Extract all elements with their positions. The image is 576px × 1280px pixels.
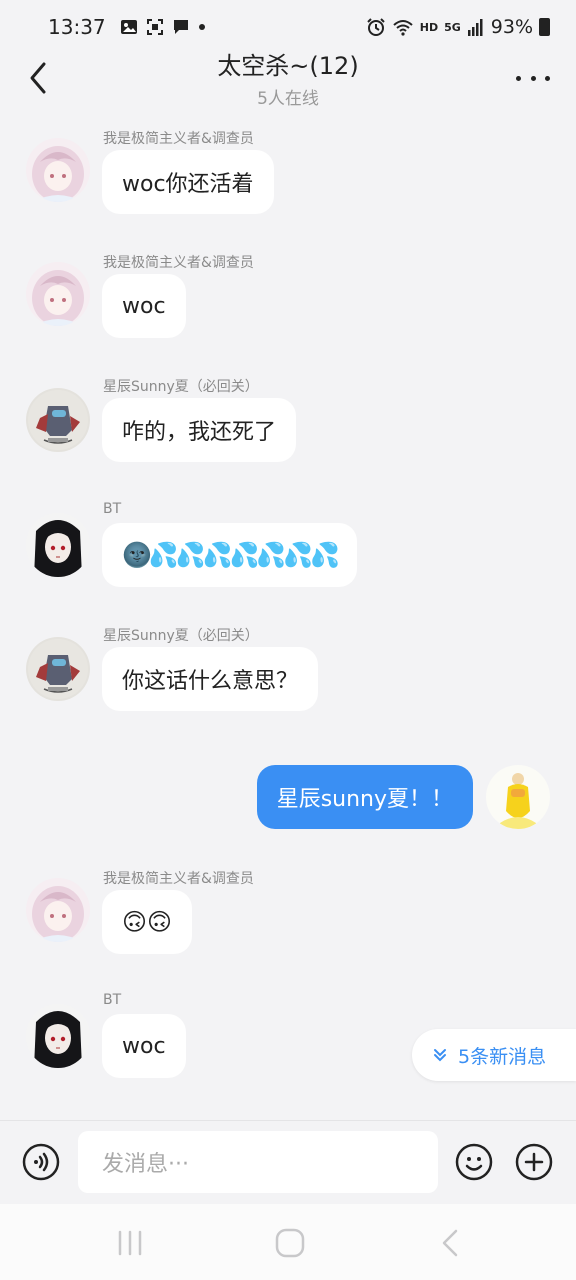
message-row: 我是极简主义者&调查员 woc你还活着 [0,126,576,222]
status-time: 13:37 [48,15,106,39]
new-messages-button[interactable]: 5条新消息 [412,1029,576,1081]
more-actions-button[interactable] [515,1143,553,1181]
pink-hair-anime-avatar[interactable] [26,878,90,942]
message-row: BT 🌚💦💦💦💦💦💦💦 [0,499,576,595]
message-row: 星辰Sunny夏（必回关） 你这话什么意思？ [0,623,576,719]
battery-icon [539,18,550,36]
recents-icon [118,1230,142,1256]
message-bubble[interactable]: woc [102,274,186,338]
pink-hair-anime-avatar[interactable] [26,138,90,202]
message-bubble[interactable]: 你这话什么意思？ [102,647,319,711]
message-row: 我是极简主义者&调查员 woc [0,250,576,346]
message-bubble[interactable]: woc你还活着 [102,150,274,214]
message-bubble[interactable]: 咋的，我还死了 [102,398,297,462]
online-count: 5人在线 [257,89,319,109]
back-arrow-icon [442,1229,458,1257]
chat-title[interactable]: 太空杀~(12) [0,46,576,81]
message-bubble[interactable]: 🌚💦💦💦💦💦💦💦 [102,523,358,587]
wifi-icon [393,20,413,36]
dot-icon [198,24,205,30]
message-bubble[interactable]: woc [102,1014,186,1078]
more-options-button[interactable] [516,66,550,90]
sender-name: 星辰Sunny夏（必回关） [103,628,259,644]
recents-button[interactable] [110,1226,150,1260]
message-bubble-self[interactable]: 星辰sunny夏！！ [256,765,473,829]
message-row-self: 星辰sunny夏！！ [0,765,576,837]
signal-type: 5G [444,20,461,34]
new-messages-label: 5条新消息 [458,1045,547,1068]
double-chevron-down-icon [434,1049,446,1062]
sender-name: 我是极简主义者&调查员 [103,871,254,887]
plus-icon [515,1143,553,1181]
smiley-icon [455,1143,493,1181]
battery-percent: 93% [490,16,533,38]
dark-hair-anime-avatar[interactable] [26,1004,90,1068]
yellow-crewmate-avatar[interactable] [486,765,550,829]
sender-name: BT [103,992,122,1008]
alarm-icon [367,18,385,36]
sender-name: 星辰Sunny夏（必回关） [103,379,259,395]
emoji-button[interactable] [455,1143,493,1181]
more-icon [516,75,521,81]
message-input[interactable]: 发消息··· [78,1131,438,1193]
among-us-sketch-avatar[interactable] [26,637,90,701]
voice-icon [22,1143,60,1181]
among-us-sketch-avatar[interactable] [26,388,90,452]
sender-name: 我是极简主义者&调查员 [103,131,254,147]
message-row: 我是极简主义者&调查员 🙃🙃 [0,866,576,962]
home-icon [275,1228,305,1258]
system-nav-bar [0,1204,576,1280]
signal-icon [467,19,483,36]
pink-hair-anime-avatar[interactable] [26,262,90,326]
message-icon [173,20,188,34]
voice-button[interactable] [22,1143,60,1181]
chat-header: 太空杀~(12) 5人在线 [0,40,576,116]
network-type: HD [419,20,439,34]
sender-name: 我是极简主义者&调查员 [103,255,254,271]
input-bar: 发消息··· [0,1120,576,1204]
message-bubble[interactable]: 🙃🙃 [102,890,193,954]
nav-back-button[interactable] [430,1226,470,1260]
screenshot-icon [146,19,163,35]
sender-name: BT [103,501,122,517]
home-button[interactable] [270,1226,310,1260]
gallery-icon [120,20,137,34]
message-row: 星辰Sunny夏（必回关） 咋的，我还死了 [0,374,576,470]
dark-hair-anime-avatar[interactable] [26,513,90,577]
